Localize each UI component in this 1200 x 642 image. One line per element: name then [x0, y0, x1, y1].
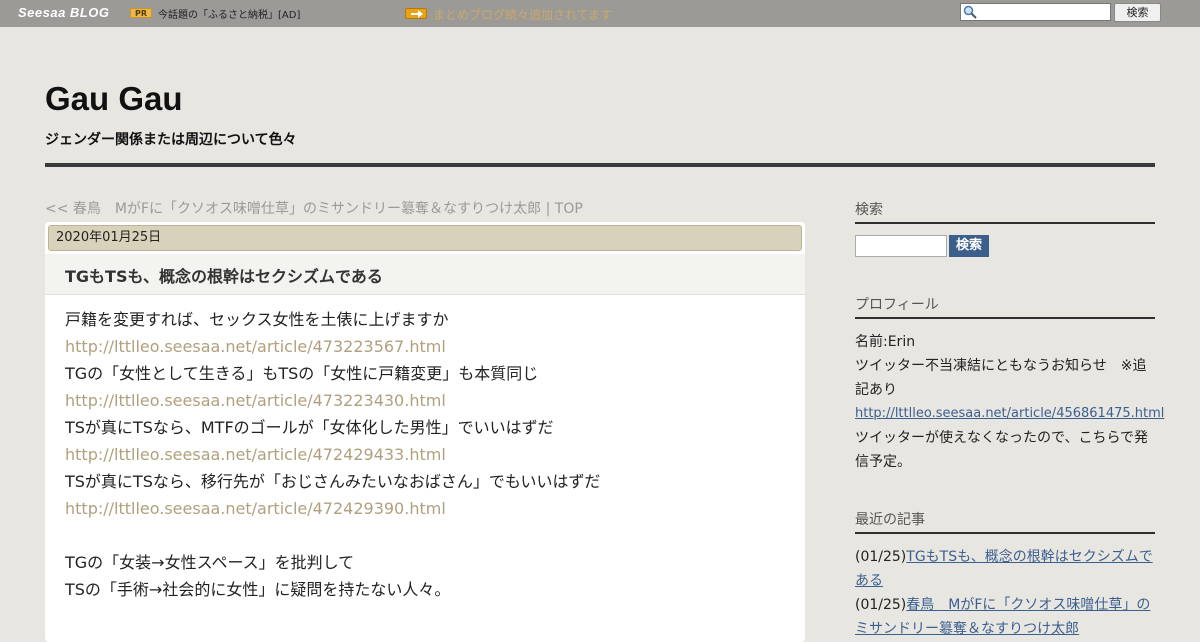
sidebar-search-heading: 検索: [855, 199, 1155, 224]
recent-item: (01/25)春鳥 MがFに「クソオス味噌仕草」のミサンドリー簒奪＆なすりつけ太…: [855, 593, 1155, 641]
top-search-button[interactable]: 検索: [1114, 3, 1161, 22]
top-bar: Seesaa BLOG PR 今話題の「ふるさと納税」[AD] まとめブログ続々…: [0, 0, 1200, 27]
article-title[interactable]: TGもTSも、概念の根幹はセクシズムである: [65, 263, 383, 287]
body-line: TSが真にTSなら、移行先が「おじさんみたいなおばさん」でもいいはずだ: [65, 472, 601, 491]
sidebar-search-section: 検索: [855, 199, 1155, 224]
body-line: TSの「手術→社会的に女性」に疑問を持たない人々。: [65, 580, 451, 599]
announcement-link[interactable]: まとめブログ続々追加されてます: [433, 6, 612, 23]
body-line: TGの「女性として生きる」もTSの「女性に戸籍変更」も本質同じ: [65, 364, 539, 383]
header-divider: [45, 163, 1155, 167]
arrow-right-icon: [405, 8, 427, 19]
sidebar-profile-section: プロフィール 名前:Erin ツイッター不当凍結にともなうお知らせ ※追記あり …: [855, 294, 1164, 474]
sidebar-recent-section: 最近の記事 (01/25)TGもTSも、概念の根幹はセクシズムである (01/2…: [855, 509, 1155, 641]
article: 2020年01月25日 TGもTSも、概念の根幹はセクシズムである 戸籍を変更す…: [45, 222, 805, 642]
recent-item: (01/25)TGもTSも、概念の根幹はセクシズムである: [855, 545, 1155, 593]
body-link[interactable]: http://lttlleo.seesaa.net/article/473223…: [65, 387, 785, 414]
article-body: 戸籍を変更すれば、セックス女性を土俵に上げますか http://lttlleo.…: [65, 306, 785, 603]
body-link[interactable]: http://lttlleo.seesaa.net/article/472429…: [65, 441, 785, 468]
body-line: 戸籍を変更すれば、セックス女性を土俵に上げますか: [65, 310, 449, 329]
pr-ad-link[interactable]: 今話題の「ふるさと納税」[AD]: [158, 6, 300, 21]
sidebar-recent-heading: 最近の記事: [855, 509, 1155, 534]
site-title[interactable]: Gau Gau: [45, 80, 183, 118]
profile-note: ツイッターが使えなくなったので、こちらで発信予定。: [855, 430, 1149, 470]
sidebar-search-button[interactable]: 検索: [949, 235, 989, 257]
seesaa-blog-logo[interactable]: Seesaa BLOG: [18, 5, 110, 20]
top-search-box[interactable]: [960, 3, 1111, 21]
site-description: ジェンダー関係または周辺について色々: [45, 132, 297, 148]
body-link[interactable]: http://lttlleo.seesaa.net/article/472429…: [65, 495, 785, 522]
body-line: TSが真にTSなら、MTFのゴールが「女体化した男性」でいいはずだ: [65, 418, 554, 437]
body-line: TGの「女装→女性スペース」を批判して: [65, 553, 355, 572]
top-search-input[interactable]: [977, 4, 1109, 20]
article-title-bar: TGもTSも、概念の根幹はセクシズムである: [45, 254, 805, 295]
article-nav[interactable]: << 春鳥 MがFに「クソオス味噌仕草」のミサンドリー簒奪＆なすりつけ太郎 | …: [45, 198, 583, 218]
pr-badge: PR: [130, 8, 152, 18]
body-link[interactable]: http://lttlleo.seesaa.net/article/473223…: [65, 333, 785, 360]
profile-notice: ツイッター不当凍結にともなうお知らせ ※追記あり: [855, 358, 1147, 398]
article-date: 2020年01月25日: [48, 225, 802, 251]
profile-link[interactable]: http://lttlleo.seesaa.net/article/456861…: [855, 402, 1164, 426]
sidebar-search-input[interactable]: [855, 235, 947, 257]
sidebar-profile-heading: プロフィール: [855, 294, 1155, 319]
search-icon: [963, 5, 977, 19]
recent-item-date: (01/25): [855, 549, 907, 565]
profile-name: 名前:Erin: [855, 334, 916, 350]
body-blank-line: [65, 522, 785, 549]
recent-item-date: (01/25): [855, 597, 907, 613]
